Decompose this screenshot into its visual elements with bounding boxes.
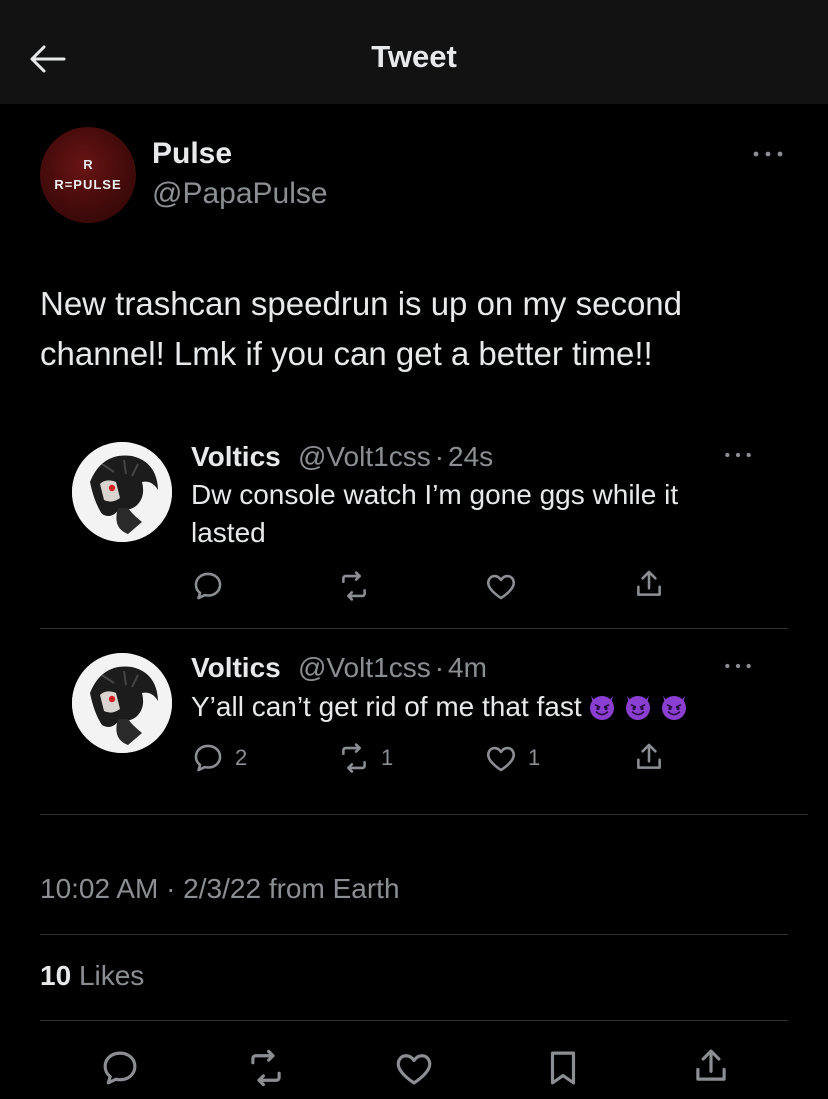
- share-button[interactable]: [632, 740, 666, 774]
- more-dots-icon: [722, 449, 754, 461]
- tweet-share-button[interactable]: [690, 1045, 732, 1087]
- author-avatar[interactable]: R R=PULSE: [40, 127, 136, 223]
- retweet-count: 1: [381, 745, 394, 770]
- reply-icon: [191, 569, 225, 603]
- page-title: Tweet: [371, 39, 457, 74]
- anime-character-avatar-image: [72, 442, 172, 542]
- tweet-like-button[interactable]: [393, 1047, 435, 1089]
- reply-text: Dw console watch I’m gone ggs while it l…: [191, 479, 679, 548]
- divider: [40, 814, 808, 815]
- reply-icon: [99, 1047, 141, 1089]
- tweet-timestamp: 10:02 AM · 2/3/22 from Earth: [40, 873, 400, 904]
- like-button[interactable]: [484, 569, 518, 603]
- reply-author-handle[interactable]: @Volt1css: [298, 441, 431, 472]
- share-icon: [632, 740, 666, 774]
- divider: [40, 628, 788, 629]
- divider: [40, 1020, 788, 1021]
- share-button[interactable]: [632, 567, 666, 601]
- retweet-icon: [337, 569, 371, 603]
- retweet-icon: [245, 1047, 287, 1089]
- reply-author-handle[interactable]: @Volt1css: [298, 652, 431, 683]
- tweet-retweet-button[interactable]: [245, 1047, 287, 1089]
- smiling-imp-emoji: [622, 690, 654, 722]
- meta-separator: ·: [434, 652, 445, 683]
- like-button[interactable]: 1: [484, 741, 540, 775]
- top-nav-bar: Tweet: [0, 0, 828, 104]
- reply-avatar[interactable]: [72, 653, 172, 753]
- more-dots-icon: [750, 148, 786, 160]
- reply-author-name[interactable]: Voltics: [191, 441, 281, 473]
- share-icon: [632, 567, 666, 601]
- share-icon: [690, 1045, 732, 1087]
- reply-avatar[interactable]: [72, 442, 172, 542]
- tweet-text: New trashcan speedrun is up on my second…: [40, 285, 683, 372]
- repulse-logo-mark: R: [83, 157, 93, 172]
- author-handle[interactable]: @PapaPulse: [152, 177, 328, 211]
- anime-character-avatar-image: [72, 653, 172, 753]
- heart-icon: [484, 741, 518, 775]
- smiling-imp-emoji: [658, 690, 690, 722]
- reply-icon: [191, 741, 225, 775]
- reply-author-name[interactable]: Voltics: [191, 652, 281, 684]
- reply-button[interactable]: 2: [191, 741, 247, 775]
- reply-text-content: Y’all can’t get rid of me that fast: [191, 691, 582, 722]
- repulse-logo-text: R=PULSE: [54, 177, 122, 192]
- like-count: 1: [528, 745, 541, 770]
- reply-author-meta: @Volt1css · 4m: [298, 652, 487, 684]
- meta-separator: ·: [434, 441, 445, 472]
- retweet-button[interactable]: 1: [337, 741, 393, 775]
- reply-button[interactable]: [191, 569, 225, 603]
- reply-more-button[interactable]: [722, 448, 758, 472]
- bookmark-icon: [542, 1047, 584, 1089]
- retweet-icon: [337, 741, 371, 775]
- divider: [40, 934, 788, 935]
- reply-text: Y’all can’t get rid of me that fast: [191, 688, 751, 726]
- reply-time[interactable]: 4m: [448, 652, 487, 683]
- tweet-bookmark-button[interactable]: [542, 1047, 584, 1089]
- likes-label: Likes: [78, 960, 145, 991]
- heart-icon: [484, 569, 518, 603]
- likes-count: 10: [40, 960, 72, 991]
- reply-count: 2: [235, 745, 248, 770]
- reply-author-meta: @Volt1css · 24s: [298, 441, 493, 473]
- retweet-button[interactable]: [337, 569, 371, 603]
- smiling-imp-emoji: [586, 690, 618, 722]
- author-name[interactable]: Pulse: [152, 137, 232, 171]
- more-dots-icon: [722, 660, 754, 672]
- heart-icon: [393, 1047, 435, 1089]
- tweet-reply-button[interactable]: [99, 1047, 141, 1089]
- reply-time[interactable]: 24s: [448, 441, 493, 472]
- likes-summary[interactable]: 10 Likes: [40, 960, 144, 992]
- reply-more-button[interactable]: [722, 659, 758, 683]
- tweet-more-button[interactable]: [750, 140, 790, 168]
